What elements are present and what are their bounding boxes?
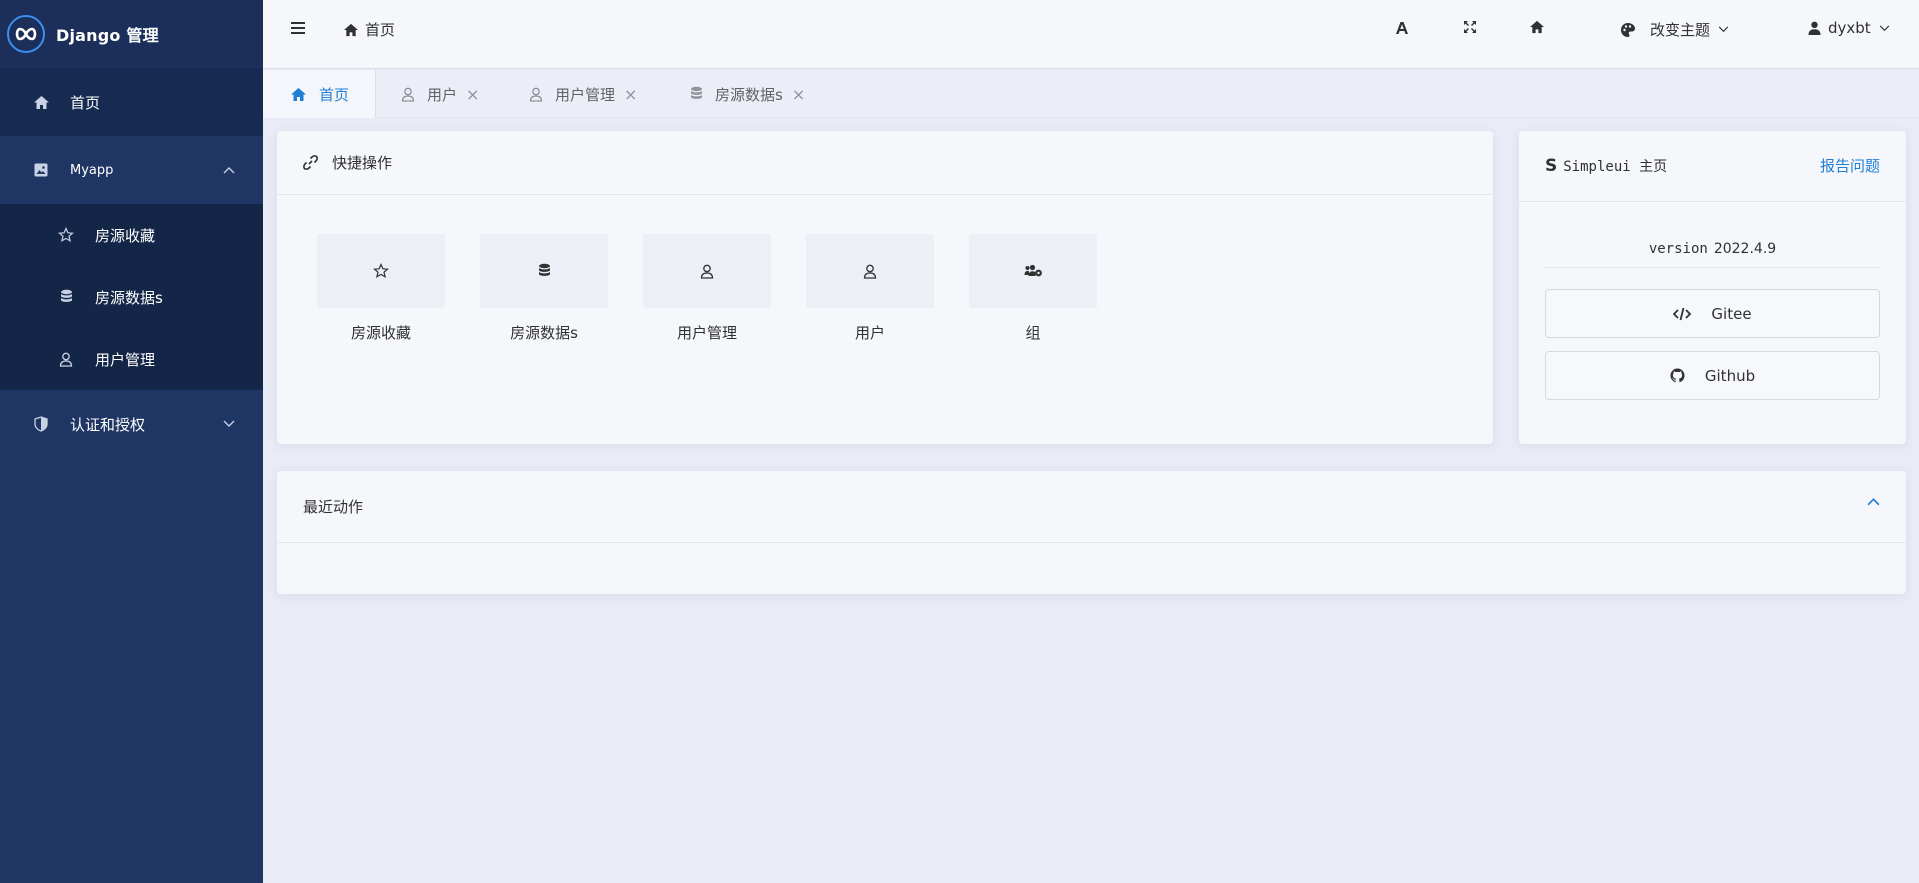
simpleui-card: S Simpleui 主页 报告问题 version 2022.4.9 Gitee…: [1519, 131, 1906, 444]
sidebar-item-label: 首页: [70, 93, 101, 112]
breadcrumb-label: 首页: [365, 21, 396, 39]
font-icon[interactable]: [1395, 20, 1409, 36]
quick-action-label: 房源收藏: [350, 324, 411, 342]
quick-action-label: 用户管理: [676, 324, 737, 342]
user-icon: [529, 87, 543, 102]
recent-actions-card: 最近动作: [277, 471, 1906, 594]
quick-action-label: 房源数据s: [510, 324, 578, 342]
home-icon: [343, 23, 359, 37]
sidebar-group-auth[interactable]: 认证和授权: [0, 390, 263, 458]
sidebar-group-label: 认证和授权: [70, 415, 146, 434]
user-icon: [863, 264, 877, 279]
tab-label: 用户: [427, 85, 458, 104]
database-icon: [690, 86, 703, 102]
sidebar-item-label: 用户管理: [95, 350, 156, 369]
tab-bar: 首页 用户 × 用户管理 × 房源数据s ×: [263, 70, 1919, 118]
github-icon: [1670, 368, 1685, 383]
quick-action-user-management[interactable]: 用户管理: [643, 234, 771, 343]
sidebar-item-user-management[interactable]: 用户管理: [0, 328, 263, 390]
user-icon: [401, 87, 415, 102]
tab-label: 房源数据s: [715, 85, 783, 104]
tab-user-management[interactable]: 用户管理 ×: [529, 70, 637, 118]
home-icon[interactable]: [1529, 20, 1545, 34]
quick-action-housing-data[interactable]: 房源数据s: [480, 234, 608, 343]
sidebar-item-label: 房源收藏: [95, 226, 156, 245]
quick-action-tile[interactable]: [317, 234, 445, 308]
breadcrumb[interactable]: 首页: [343, 19, 395, 40]
theme-selector[interactable]: 改变主题: [1620, 19, 1729, 40]
link-icon: [303, 155, 318, 170]
sidebar-item-home[interactable]: 首页: [0, 68, 263, 136]
quick-action-tile[interactable]: [643, 234, 771, 308]
sidebar-group-myapp[interactable]: Myapp: [0, 136, 263, 204]
chevron-down-icon: [1879, 24, 1890, 32]
card-header: 最近动作: [277, 471, 1906, 543]
close-icon[interactable]: ×: [624, 85, 637, 104]
sidebar-item-label: 房源数据s: [95, 288, 163, 307]
card-title: 最近动作: [303, 498, 364, 516]
quick-action-label: 用户: [854, 324, 885, 342]
sidebar: Django 管理 首页 Myapp 房源收藏 房源数据s 用户管理 认证和授权: [0, 0, 263, 883]
card-title: Simpleui 主页: [1563, 159, 1668, 175]
quick-action-tile[interactable]: [806, 234, 934, 308]
quick-action-favorites[interactable]: 房源收藏: [317, 234, 445, 343]
quick-action-groups[interactable]: 组: [969, 234, 1097, 343]
logo[interactable]: Django 管理: [0, 0, 263, 68]
star-icon: [57, 227, 75, 243]
app-title: Django 管理: [56, 26, 159, 45]
version-value: 2022.4.9: [1713, 241, 1777, 257]
tab-home[interactable]: 首页: [263, 70, 376, 118]
code-icon: [1673, 307, 1692, 321]
report-issue-link[interactable]: 报告问题: [1820, 155, 1880, 176]
user-name: dyxbt: [1828, 19, 1871, 37]
gitee-label: Gitee: [1711, 304, 1752, 323]
github-label: Github: [1704, 366, 1756, 385]
gitee-button[interactable]: Gitee: [1545, 289, 1880, 338]
quick-action-tile[interactable]: [969, 234, 1097, 308]
simpleui-logo-icon: S: [1545, 156, 1558, 176]
quick-action-tile[interactable]: [480, 234, 608, 308]
close-icon[interactable]: ×: [792, 85, 805, 104]
database-icon: [57, 289, 75, 305]
star-icon: [373, 263, 389, 279]
close-icon[interactable]: ×: [466, 85, 479, 104]
image-icon: [32, 163, 50, 177]
quick-actions-card: 快捷操作 房源收藏 房源数据s 用户管理 用户 组: [277, 131, 1493, 444]
shield-icon: [32, 416, 50, 432]
chevron-up-icon: [223, 166, 235, 174]
sidebar-group-label: Myapp: [70, 162, 114, 178]
infinity-logo-icon: [7, 15, 45, 53]
home-icon: [290, 87, 307, 102]
home-icon: [32, 95, 50, 110]
menu-toggle-icon[interactable]: [291, 22, 305, 34]
top-header: 首页 改变主题 dyxbt: [263, 0, 1919, 69]
users-cog-icon: [1024, 264, 1043, 278]
tab-housing-data[interactable]: 房源数据s ×: [690, 70, 805, 118]
tab-label: 用户管理: [555, 85, 616, 104]
sidebar-submenu-myapp: 房源收藏 房源数据s 用户管理: [0, 204, 263, 390]
fullscreen-icon[interactable]: [1463, 20, 1477, 34]
version-label: version: [1648, 241, 1708, 257]
user-menu[interactable]: dyxbt: [1808, 19, 1890, 37]
database-icon: [538, 263, 551, 279]
user-icon: [57, 352, 75, 367]
chevron-up-icon[interactable]: [1867, 497, 1880, 506]
user-icon: [700, 264, 714, 279]
sidebar-item-housing-data[interactable]: 房源数据s: [0, 266, 263, 328]
version-info: version 2022.4.9: [1545, 241, 1880, 268]
chevron-down-icon: [1718, 26, 1729, 33]
user-solid-icon: [1808, 21, 1821, 35]
sidebar-item-favorites[interactable]: 房源收藏: [0, 204, 263, 266]
quick-action-label: 组: [1025, 324, 1041, 342]
chevron-down-icon: [223, 420, 235, 428]
tab-label: 首页: [319, 85, 350, 104]
card-header: 快捷操作: [277, 131, 1493, 195]
theme-label: 改变主题: [1650, 21, 1711, 39]
github-button[interactable]: Github: [1545, 351, 1880, 400]
quick-action-users[interactable]: 用户: [806, 234, 934, 343]
card-title: 快捷操作: [332, 154, 393, 172]
tab-users[interactable]: 用户 ×: [401, 70, 479, 118]
palette-icon: [1620, 22, 1636, 38]
